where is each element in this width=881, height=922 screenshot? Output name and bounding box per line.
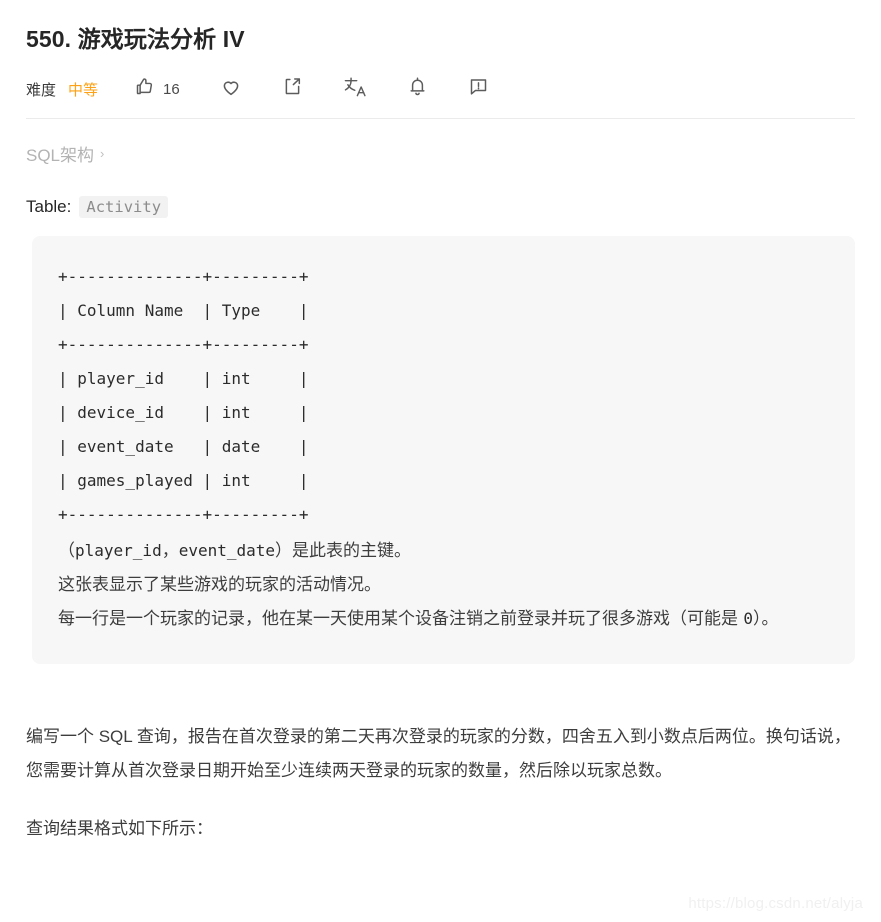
share-icon [282, 76, 303, 102]
header-divider [26, 118, 855, 119]
schema-note-text: （ [58, 541, 75, 561]
page-title: 550. 游戏玩法分析 IV [26, 26, 245, 52]
breadcrumb[interactable]: SQL架构 › [26, 141, 855, 166]
schema-note: 这张表显示了某些游戏的玩家的活动情况。 [58, 568, 829, 602]
heart-icon [220, 76, 242, 103]
schema-note-code: event_date [178, 541, 276, 560]
notify-button[interactable] [407, 76, 428, 102]
table-label: Table: [26, 197, 72, 216]
like-button[interactable]: 16 [134, 76, 180, 102]
favorite-button[interactable] [220, 76, 242, 102]
schema-notes: （player_id，event_date）是此表的主键。这张表显示了某些游戏的… [58, 534, 829, 636]
schema-note-text: 每一行是一个玩家的记录，他在某一天使用某个设备注销之前登录并玩了很多游戏（可能是 [58, 609, 744, 629]
translate-icon [343, 76, 367, 103]
feedback-button[interactable] [468, 76, 489, 102]
translate-button[interactable] [343, 76, 367, 102]
share-button[interactable] [282, 76, 303, 102]
problem-toolbar: 难度 中等 16 [26, 68, 855, 110]
breadcrumb-label: SQL架构 [26, 146, 95, 165]
schema-note-text: 这张表显示了某些游戏的玩家的活动情况。 [58, 575, 381, 595]
table-heading: Table: Activity [26, 196, 855, 218]
like-count: 16 [163, 80, 180, 98]
schema-note-text: ）。 [753, 609, 779, 629]
watermark: https://blog.csdn.net/alyja [688, 895, 863, 912]
problem-page: 550. 游戏玩法分析 IV 难度 中等 16 SQL架构 › Table: A… [0, 0, 881, 922]
schema-note-text: ）是此表的主键。 [275, 541, 412, 561]
schema-note: （player_id，event_date）是此表的主键。 [58, 534, 829, 568]
schema-note: 每一行是一个玩家的记录，他在某一天使用某个设备注销之前登录并玩了很多游戏（可能是… [58, 602, 829, 636]
feedback-icon [468, 76, 489, 102]
problem-statement: 编写一个 SQL 查询，报告在首次登录的第二天再次登录的玩家的分数，四舍五入到小… [26, 727, 851, 780]
result-format-intro: 查询结果格式如下所示： [26, 819, 213, 838]
thumbs-up-icon [134, 76, 155, 102]
schema-code-block: +--------------+---------+ | Column Name… [32, 236, 855, 664]
schema-note-code: player_id [75, 541, 162, 560]
table-name: Activity [79, 196, 169, 218]
ascii-schema-table: +--------------+---------+ | Column Name… [58, 267, 309, 524]
schema-note-text: ， [161, 541, 179, 561]
chevron-right-icon: › [100, 146, 105, 161]
difficulty-label: 难度 [26, 81, 57, 99]
bell-icon [407, 76, 428, 102]
schema-note-code: 0 [743, 609, 754, 628]
difficulty-value: 中等 [68, 81, 99, 99]
